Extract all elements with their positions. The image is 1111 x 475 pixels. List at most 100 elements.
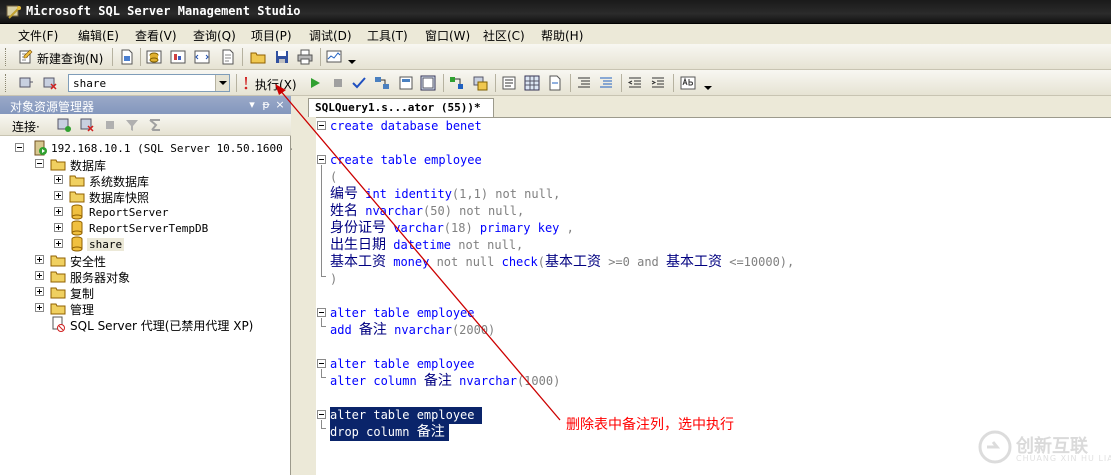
code-text: int identity [358, 187, 452, 201]
results-to-text-icon[interactable] [501, 75, 517, 91]
fold-collapse-icon[interactable] [317, 155, 326, 164]
collapse-icon[interactable] [35, 159, 44, 168]
code-line: 编号 int identity(1,1) not null, [330, 186, 560, 203]
menu-bar: 文件(F) 编辑(E) 查看(V) 查询(Q) 项目(P) 调试(D) 工具(T… [0, 24, 1111, 44]
expand-icon[interactable] [54, 191, 63, 200]
debug-play-icon[interactable] [307, 75, 323, 91]
refresh-icon[interactable] [147, 117, 163, 133]
folder-icon [69, 172, 85, 188]
expand-icon[interactable] [54, 207, 63, 216]
code-text: (1,1) not null, [451, 187, 561, 201]
object-explorer-header: 对象资源管理器 ▾ ᵽ × [0, 96, 291, 114]
menu-window[interactable]: 窗口(W) [425, 27, 470, 44]
menu-query[interactable]: 查询(Q) [193, 27, 236, 44]
specify-values-icon[interactable] [680, 75, 696, 91]
code-text: not null, [451, 238, 524, 252]
db-engine-query-icon[interactable] [146, 49, 162, 65]
cancel-execution-icon[interactable] [330, 75, 346, 91]
analysis-query-icon[interactable] [170, 49, 186, 65]
results-to-file-icon[interactable] [547, 75, 563, 91]
increase-indent-icon[interactable] [650, 75, 666, 91]
toolbar-separator [112, 48, 113, 66]
fold-collapse-icon[interactable] [317, 308, 326, 317]
expand-icon[interactable] [35, 303, 44, 312]
tab-sqlquery1[interactable]: SQLQuery1.s...ator (55))* [308, 98, 494, 117]
code-text: 基本工资 [330, 254, 386, 270]
new-query-button[interactable]: 新建查询(N) [37, 50, 103, 67]
change-connection-icon[interactable] [42, 75, 58, 91]
available-databases-dropdown[interactable]: share [68, 74, 230, 92]
fold-collapse-icon[interactable] [317, 359, 326, 368]
toolbar-overflow-icon[interactable] [348, 56, 356, 66]
save-icon[interactable] [274, 49, 290, 65]
results-to-grid-icon[interactable] [420, 75, 436, 91]
parse-checkmark-icon[interactable] [351, 75, 367, 91]
menu-edit[interactable]: 编辑(E) [78, 27, 119, 44]
include-plan-icon[interactable] [449, 75, 465, 91]
db-snapshots-label: 数据库快照 [89, 191, 150, 205]
collapse-icon[interactable] [15, 143, 24, 152]
code-text: <=10000), [722, 255, 795, 269]
toolbar-grip[interactable] [5, 48, 8, 66]
activity-monitor-icon[interactable] [326, 49, 342, 65]
menu-debug[interactable]: 调试(D) [309, 27, 352, 44]
expand-icon[interactable] [54, 223, 63, 232]
query-options-icon[interactable] [398, 75, 414, 91]
uncomment-icon[interactable] [598, 75, 614, 91]
chevron-down-icon[interactable] [215, 75, 229, 91]
print-icon[interactable] [297, 49, 313, 65]
client-statistics-icon[interactable] [472, 75, 488, 91]
xml-query-icon[interactable] [194, 49, 210, 65]
code-text: alter table employee [330, 306, 475, 320]
comment-out-icon[interactable] [576, 75, 592, 91]
connect-server-icon[interactable] [56, 117, 72, 133]
expand-icon[interactable] [35, 271, 44, 280]
menu-project[interactable]: 项目(P) [251, 27, 292, 44]
new-file-icon[interactable] [119, 49, 135, 65]
expand-icon[interactable] [35, 255, 44, 264]
toolbar-overflow-icon[interactable] [704, 82, 712, 92]
disconnect-icon[interactable] [79, 117, 95, 133]
title-bar: Microsoft SQL Server Management Studio [0, 0, 1111, 24]
connect-button[interactable]: 连接· [12, 118, 40, 135]
folder-icon [50, 252, 66, 268]
expand-icon[interactable] [54, 175, 63, 184]
code-text: ( [537, 255, 545, 269]
panel-splitter[interactable] [292, 96, 300, 475]
execute-button[interactable]: 执行(X) [255, 76, 297, 93]
estimated-plan-icon[interactable] [374, 75, 390, 91]
standard-toolbar: 新建查询(N) [0, 44, 1111, 70]
code-text: nvarchar [451, 374, 517, 388]
code-text: (18) [443, 221, 480, 235]
fold-collapse-icon[interactable] [317, 121, 326, 130]
fold-collapse-icon[interactable] [317, 410, 326, 419]
results-grid-icon[interactable] [524, 75, 540, 91]
menu-community[interactable]: 社区(C) [483, 27, 525, 44]
connect-icon[interactable] [18, 75, 34, 91]
menu-help[interactable]: 帮助(H) [541, 27, 583, 44]
toolbar-separator [242, 48, 243, 66]
close-icon[interactable]: × [274, 98, 286, 111]
open-document-icon[interactable] [220, 49, 236, 65]
new-query-icon[interactable] [18, 49, 34, 65]
code-text: primary key [479, 221, 560, 235]
execute-exclamation-icon[interactable] [238, 75, 254, 91]
menu-tools[interactable]: 工具(T) [367, 27, 408, 44]
fold-guide [321, 276, 326, 277]
expand-icon[interactable] [35, 287, 44, 296]
stop-icon[interactable] [102, 117, 118, 133]
panel-dropdown-icon[interactable]: ▾ [246, 98, 258, 111]
pin-icon[interactable]: ᵽ [260, 98, 272, 111]
ssms-app-icon [6, 4, 22, 20]
toolbar-grip[interactable] [5, 74, 8, 92]
menu-file[interactable]: 文件(F) [18, 27, 58, 44]
menu-view[interactable]: 查看(V) [135, 27, 177, 44]
database-icon [69, 204, 85, 220]
agent-disabled-icon [50, 316, 66, 332]
decrease-indent-icon[interactable] [627, 75, 643, 91]
expand-icon[interactable] [54, 239, 63, 248]
filter-icon[interactable] [124, 117, 140, 133]
editor-gutter [316, 118, 329, 475]
open-folder-icon[interactable] [250, 49, 266, 65]
selected-database: share [73, 77, 107, 90]
